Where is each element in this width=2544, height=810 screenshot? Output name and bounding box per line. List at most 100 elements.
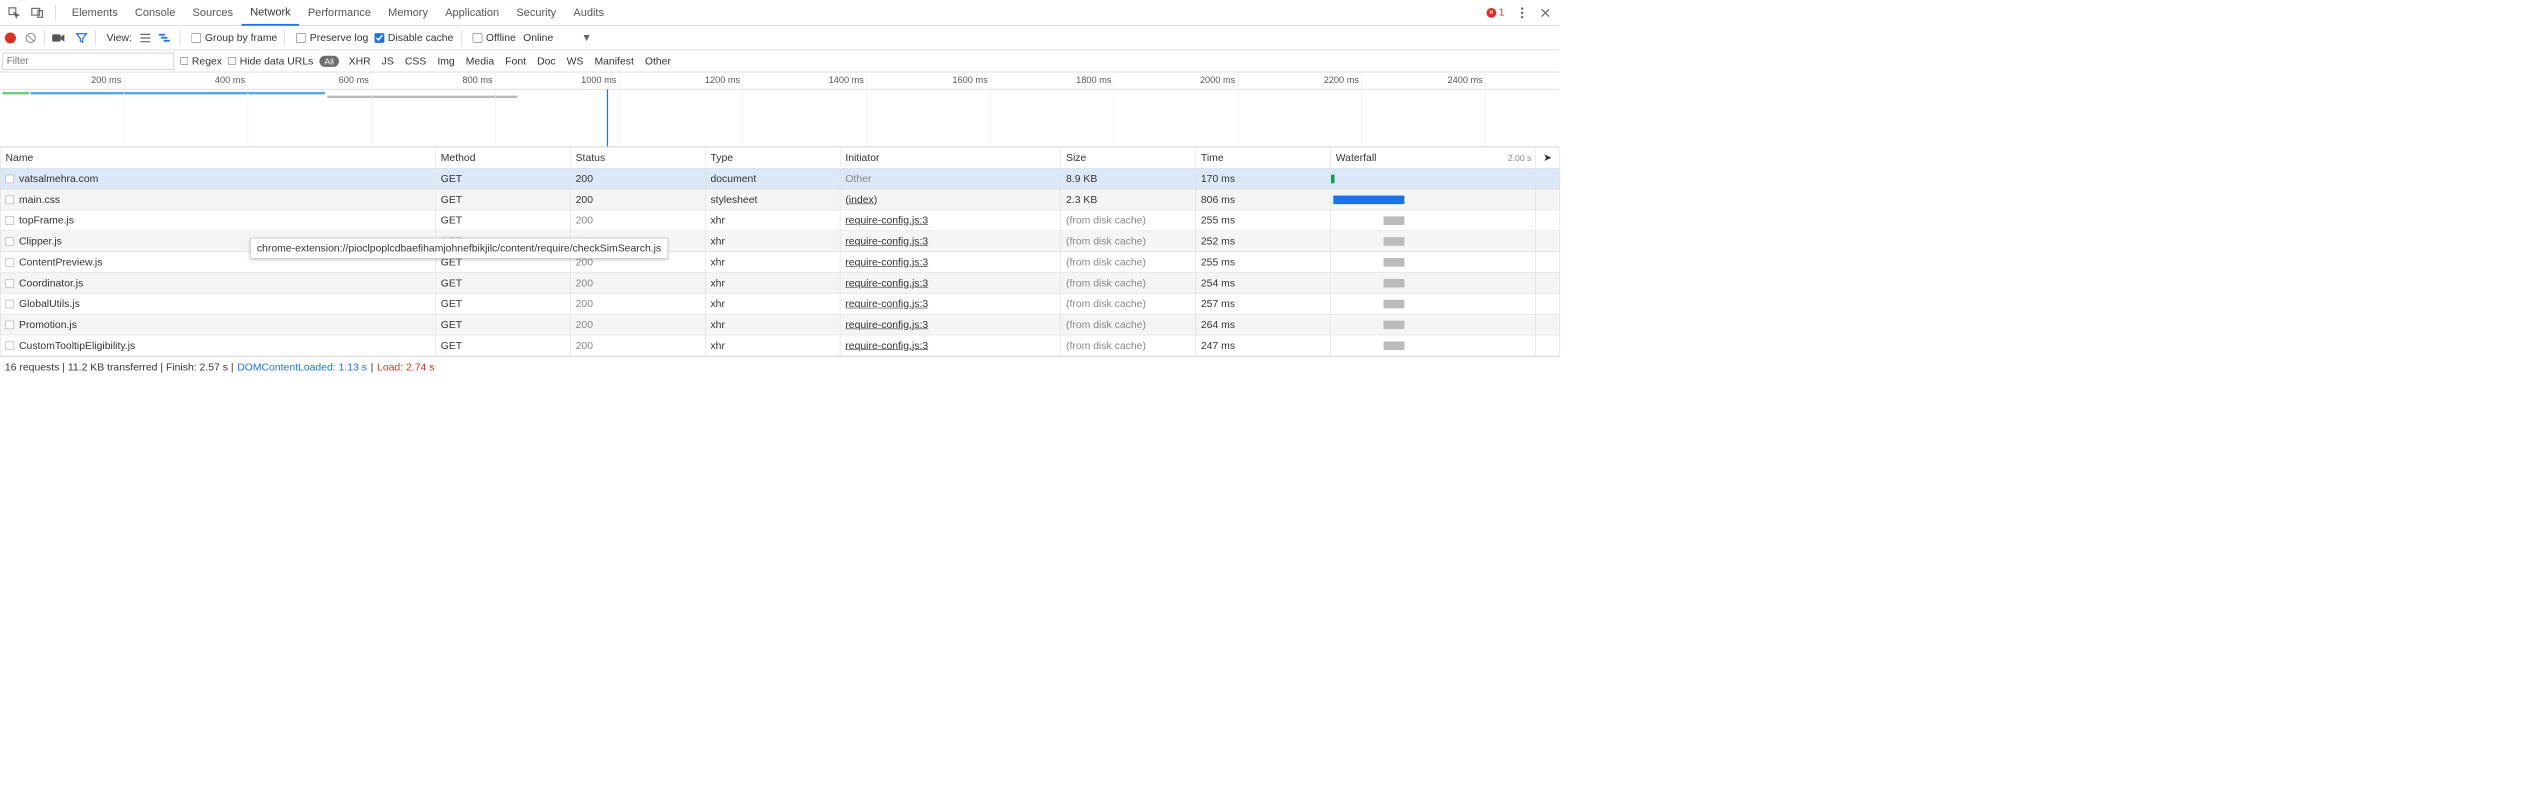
error-number: 1 xyxy=(1499,7,1504,18)
col-name[interactable]: Name xyxy=(0,147,435,168)
tab-memory[interactable]: Memory xyxy=(380,0,437,25)
clear-button[interactable] xyxy=(25,32,37,44)
filter-type-manifest[interactable]: Manifest xyxy=(594,55,633,67)
tab-application[interactable]: Application xyxy=(437,0,508,25)
filter-type-js[interactable]: JS xyxy=(382,55,394,67)
filter-type-xhr[interactable]: XHR xyxy=(349,55,371,67)
table-row[interactable]: vatsalmehra.comGET200documentOther8.9 KB… xyxy=(0,168,1559,189)
table-row[interactable]: topFrame.jsGET200xhrrequire-config.js:3(… xyxy=(0,210,1559,231)
device-toggle-icon[interactable] xyxy=(27,2,48,23)
filter-type-font[interactable]: Font xyxy=(505,55,526,67)
request-initiator[interactable]: require-config.js:3 xyxy=(840,293,1061,314)
request-initiator[interactable]: require-config.js:3 xyxy=(840,231,1061,252)
filter-type-doc[interactable]: Doc xyxy=(537,55,556,67)
request-type: xhr xyxy=(705,210,840,231)
filter-input[interactable] xyxy=(2,52,174,69)
status-bar: 16 requests | 11.2 KB transferred | Fini… xyxy=(0,356,1559,377)
table-row[interactable]: Promotion.jsGET200xhrrequire-config.js:3… xyxy=(0,314,1559,335)
filter-type-css[interactable]: CSS xyxy=(405,55,426,67)
tab-elements[interactable]: Elements xyxy=(63,0,126,25)
inspect-icon[interactable] xyxy=(4,2,25,23)
row-checkbox[interactable] xyxy=(6,300,15,309)
table-row[interactable]: Coordinator.jsGET200xhrrequire-config.js… xyxy=(0,272,1559,293)
request-initiator[interactable]: require-config.js:3 xyxy=(840,314,1061,335)
error-count[interactable]: ✕ 1 xyxy=(1487,7,1505,18)
tab-network[interactable]: Network xyxy=(242,0,300,25)
table-row[interactable]: Clipper.jsGET200xhrrequire-config.js:3(f… xyxy=(0,231,1559,252)
ruler-tick: 1000 ms xyxy=(581,75,619,85)
request-type: xhr xyxy=(705,335,840,356)
col-size[interactable]: Size xyxy=(1061,147,1196,168)
ruler-tick: 2000 ms xyxy=(1200,75,1238,85)
col-waterfall[interactable]: Waterfall2.00 s xyxy=(1331,147,1536,168)
ruler-tick: 400 ms xyxy=(215,75,248,85)
timeline-overview[interactable] xyxy=(0,89,1559,147)
preserve-log-checkbox[interactable]: Preserve log xyxy=(296,32,368,44)
kebab-menu-icon[interactable] xyxy=(1512,2,1533,23)
request-initiator[interactable]: (index) xyxy=(840,189,1061,210)
table-header-row: Name Method Status Type Initiator Size T… xyxy=(0,147,1559,168)
request-status: 200 xyxy=(570,314,705,335)
col-method[interactable]: Method xyxy=(436,147,571,168)
filter-icon[interactable] xyxy=(75,32,87,43)
row-checkbox[interactable] xyxy=(6,237,15,246)
col-status[interactable]: Status xyxy=(570,147,705,168)
col-tail[interactable]: ➤ xyxy=(1535,147,1560,168)
request-size: 8.9 KB xyxy=(1061,168,1196,189)
request-time: 255 ms xyxy=(1196,252,1331,273)
table-row[interactable]: GlobalUtils.jsGET200xhrrequire-config.js… xyxy=(0,293,1559,314)
record-button[interactable] xyxy=(5,32,16,43)
row-checkbox[interactable] xyxy=(6,216,15,225)
request-time: 255 ms xyxy=(1196,210,1331,231)
filter-type-media[interactable]: Media xyxy=(466,55,494,67)
regex-checkbox[interactable]: Regex xyxy=(180,55,222,67)
request-initiator[interactable]: require-config.js:3 xyxy=(840,210,1061,231)
col-time[interactable]: Time xyxy=(1196,147,1331,168)
table-row[interactable]: ContentPreview.jsGET200xhrrequire-config… xyxy=(0,252,1559,273)
col-type[interactable]: Type xyxy=(705,147,840,168)
row-checkbox[interactable] xyxy=(6,196,15,205)
request-method: GET xyxy=(436,189,571,210)
request-name: main.css xyxy=(19,193,60,205)
row-checkbox[interactable] xyxy=(6,279,15,288)
timeline-ruler[interactable]: 200 ms400 ms600 ms800 ms1000 ms1200 ms14… xyxy=(0,72,1559,89)
row-checkbox[interactable] xyxy=(6,175,15,184)
request-initiator[interactable]: require-config.js:3 xyxy=(840,335,1061,356)
camera-icon[interactable] xyxy=(52,33,65,43)
waterfall-view-icon[interactable] xyxy=(159,33,172,42)
close-devtools-icon[interactable] xyxy=(1535,2,1556,23)
table-row[interactable]: main.cssGET200stylesheet(index)2.3 KB806… xyxy=(0,189,1559,210)
request-waterfall xyxy=(1331,272,1536,293)
tab-performance[interactable]: Performance xyxy=(299,0,379,25)
request-size: 2.3 KB xyxy=(1061,189,1196,210)
filter-type-img[interactable]: Img xyxy=(437,55,454,67)
request-method: GET xyxy=(436,335,571,356)
group-by-frame-checkbox[interactable]: Group by frame xyxy=(191,32,277,44)
filter-all[interactable]: All xyxy=(319,55,338,66)
row-checkbox[interactable] xyxy=(6,258,15,267)
request-type: stylesheet xyxy=(705,189,840,210)
tab-console[interactable]: Console xyxy=(126,0,184,25)
request-name: Clipper.js xyxy=(19,235,62,247)
filter-type-ws[interactable]: WS xyxy=(567,55,584,67)
tab-security[interactable]: Security xyxy=(508,0,565,25)
request-name: topFrame.js xyxy=(19,214,74,226)
tab-audits[interactable]: Audits xyxy=(565,0,613,25)
request-waterfall xyxy=(1331,314,1536,335)
throttling-select[interactable]: Online ▼ xyxy=(523,32,592,44)
hide-data-urls-checkbox[interactable]: Hide data URLs xyxy=(228,55,313,67)
row-checkbox[interactable] xyxy=(6,321,15,330)
offline-checkbox[interactable]: Offline xyxy=(472,32,515,44)
filter-type-other[interactable]: Other xyxy=(645,55,671,67)
request-initiator[interactable]: require-config.js:3 xyxy=(840,252,1061,273)
ruler-tick: 2400 ms xyxy=(1447,75,1485,85)
request-size: (from disk cache) xyxy=(1061,252,1196,273)
request-size: (from disk cache) xyxy=(1061,314,1196,335)
large-rows-icon[interactable] xyxy=(139,33,151,43)
request-initiator[interactable]: require-config.js:3 xyxy=(840,272,1061,293)
tab-sources[interactable]: Sources xyxy=(184,0,242,25)
disable-cache-checkbox[interactable]: Disable cache xyxy=(374,32,453,44)
table-row[interactable]: CustomTooltipEligibility.jsGET200xhrrequ… xyxy=(0,335,1559,356)
col-initiator[interactable]: Initiator xyxy=(840,147,1061,168)
row-checkbox[interactable] xyxy=(6,341,15,350)
